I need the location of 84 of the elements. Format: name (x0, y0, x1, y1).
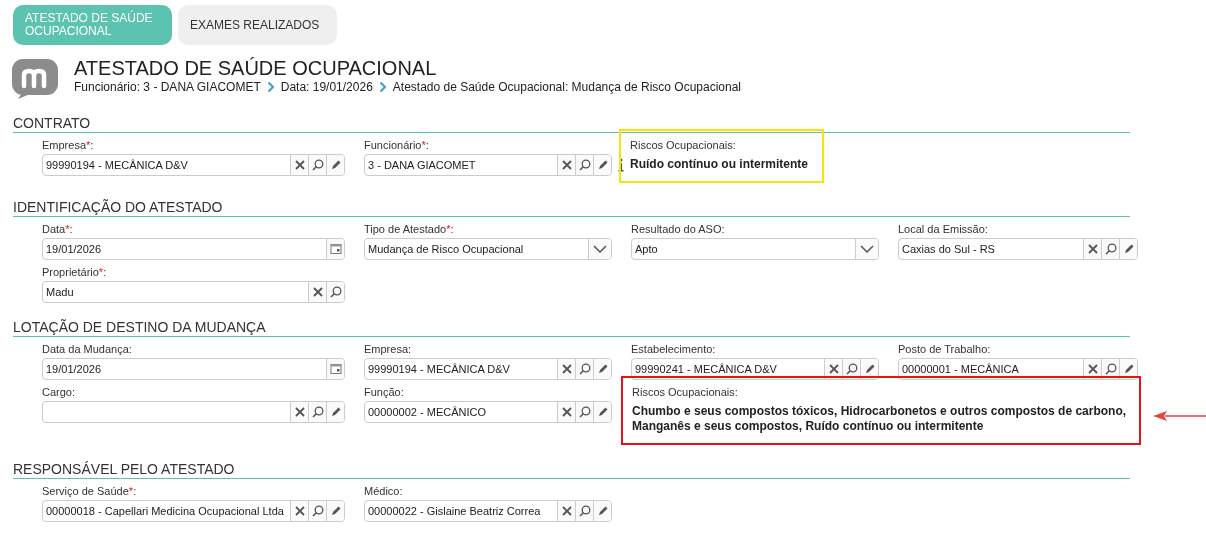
lookup-field[interactable]: 3 - DANA GIACOMET (364, 154, 612, 176)
clear-icon[interactable] (1083, 239, 1101, 259)
field-label: Empresa*: (42, 139, 95, 153)
clear-icon[interactable] (557, 155, 575, 175)
lookup-field[interactable]: 00000001 - MECÂNICA (898, 358, 1138, 380)
field-label: Serviço de Saúde*: (42, 485, 138, 499)
chevron-down-icon[interactable] (588, 239, 611, 259)
search-icon[interactable] (308, 155, 326, 175)
search-icon[interactable] (308, 402, 326, 422)
pencil-icon[interactable] (326, 155, 344, 175)
clear-icon[interactable] (290, 155, 308, 175)
lookup-field[interactable]: 99990194 - MECÂNICA D&V (364, 358, 612, 380)
pencil-icon[interactable] (1119, 239, 1137, 259)
field-label: Cargo: (42, 386, 77, 400)
field-label: Funcionário*: (364, 139, 430, 153)
breadcrumb-item[interactable]: Funcionário: 3 - DANA GIACOMET (74, 80, 261, 94)
pencil-icon[interactable] (593, 501, 611, 521)
field-label: Função: (364, 386, 405, 400)
lookup-field[interactable]: 99990241 - MECÂNICA D&V (631, 358, 879, 380)
risk-list: Chumbo e seus compostos tóxicos, Hidrocarbonetos e outros compostos de carbono, Manganês e seus compostos, Ruído contínuo ou intermitente (632, 404, 1127, 434)
search-icon[interactable] (575, 501, 593, 521)
chevron-right-icon (266, 81, 275, 93)
clear-icon[interactable] (308, 282, 326, 302)
field-label: Proprietário*: (42, 266, 108, 280)
lookup-field[interactable]: 00000018 - Capellari Medicina Ocupacional Ltda (42, 500, 345, 522)
clear-icon[interactable] (824, 359, 842, 379)
logo-icon (12, 59, 60, 99)
search-icon[interactable] (1101, 239, 1119, 259)
lookup-field[interactable]: Madu (42, 281, 345, 303)
field-label: Local da Emissão: (898, 223, 989, 237)
breadcrumb-item[interactable]: Data: 19/01/2026 (280, 80, 373, 94)
section-heading: CONTRATO (13, 115, 1130, 133)
field-label: Resultado do ASO: (631, 223, 726, 237)
field-label: Data*: (42, 223, 74, 237)
field-label: Riscos Ocupacionais: (630, 139, 737, 151)
dropdown-field[interactable]: Mudança de Risco Ocupacional (364, 238, 612, 260)
tab[interactable]: EXAMES REALIZADOS (178, 5, 337, 45)
pencil-icon[interactable] (326, 402, 344, 422)
arrow-icon (1153, 409, 1206, 422)
clear-icon[interactable] (290, 402, 308, 422)
lookup-field[interactable]: 00000022 - Gislaine Beatriz Correa (364, 500, 612, 522)
date-field[interactable]: 19/01/2026 (42, 358, 345, 380)
calendar-icon[interactable] (326, 359, 344, 379)
chevron-right-icon (378, 81, 387, 93)
search-icon[interactable] (326, 282, 344, 302)
lookup-field[interactable]: 99990194 - MECÂNICA D&V (42, 154, 345, 176)
pencil-icon[interactable] (326, 501, 344, 521)
field-label: Riscos Ocupacionais: (632, 386, 739, 398)
date-field[interactable]: 19/01/2026 (42, 238, 345, 260)
pencil-icon[interactable] (1119, 359, 1137, 379)
search-icon[interactable] (575, 155, 593, 175)
pencil-icon[interactable] (593, 359, 611, 379)
clear-icon[interactable] (290, 501, 308, 521)
field-label: Médico: (364, 485, 404, 499)
info-icon[interactable] (618, 158, 624, 172)
clear-icon[interactable] (557, 402, 575, 422)
pencil-icon[interactable] (593, 155, 611, 175)
search-icon[interactable] (308, 501, 326, 521)
search-icon[interactable] (575, 359, 593, 379)
clear-icon[interactable] (1083, 359, 1101, 379)
lookup-field[interactable]: Caxias do Sul - RS (898, 238, 1138, 260)
section-heading: RESPONSÁVEL PELO ATESTADO (13, 461, 1130, 479)
search-icon[interactable] (842, 359, 860, 379)
field-label: Tipo de Atestado*: (364, 223, 455, 237)
clear-icon[interactable] (557, 359, 575, 379)
calendar-icon[interactable] (326, 239, 344, 259)
section-heading: IDENTIFICAÇÃO DO ATESTADO (13, 199, 1130, 217)
risk-list: Ruído contínuo ou intermitente (630, 157, 810, 172)
dropdown-field[interactable]: Apto (631, 238, 879, 260)
lookup-field[interactable]: 00000002 - MECÂNICO (364, 401, 612, 423)
search-icon[interactable] (575, 402, 593, 422)
page-title: ATESTADO DE SAÚDE OCUPACIONAL (74, 57, 438, 79)
search-icon[interactable] (1101, 359, 1119, 379)
field-label: Data da Mudança: (42, 343, 133, 357)
section-heading: LOTAÇÃO DE DESTINO DA MUDANÇA (13, 319, 1130, 337)
pencil-icon[interactable] (860, 359, 878, 379)
chevron-down-icon[interactable] (855, 239, 878, 259)
breadcrumb-item[interactable]: Atestado de Saúde Ocupacional: Mudança de Risco Ocupacional (392, 80, 742, 94)
field-label: Estabelecimento: (631, 343, 717, 357)
pencil-icon[interactable] (593, 402, 611, 422)
lookup-field[interactable] (42, 401, 345, 423)
field-label: Empresa: (364, 343, 413, 357)
clear-icon[interactable] (557, 501, 575, 521)
field-label: Posto de Trabalho: (898, 343, 992, 357)
